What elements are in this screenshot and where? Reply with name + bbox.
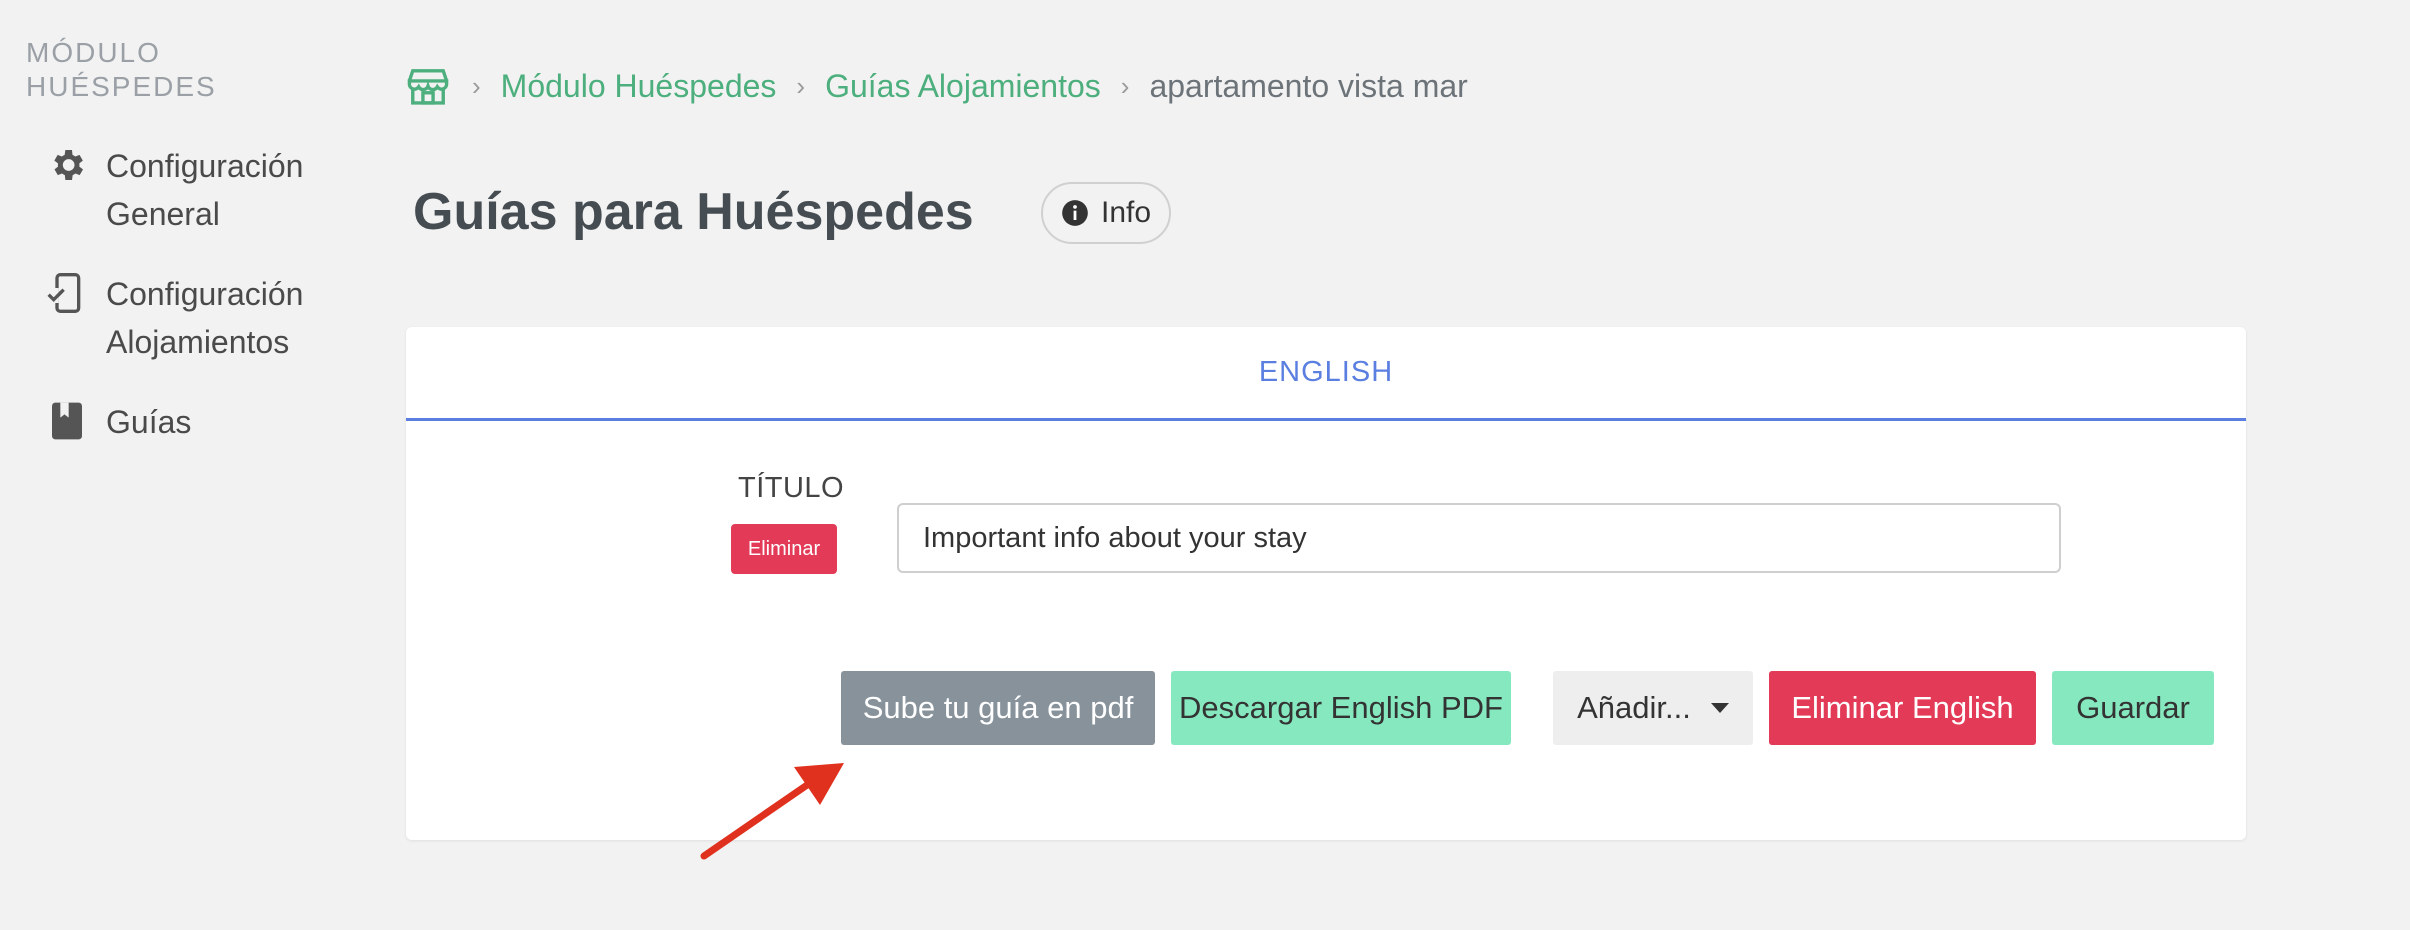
breadcrumb-link-modulo-huespedes[interactable]: Módulo Huéspedes xyxy=(501,62,777,110)
breadcrumb-current: apartamento vista mar xyxy=(1149,68,1468,104)
chevron-right-icon: › xyxy=(1120,71,1130,101)
info-button[interactable]: Info xyxy=(1041,182,1172,244)
guide-card: ENGLISH xyxy=(406,327,2246,840)
info-label: Info xyxy=(1101,196,1152,229)
delete-language-button[interactable]: Eliminar English xyxy=(1769,671,2036,745)
upload-pdf-button[interactable]: Sube tu guía en pdf xyxy=(841,671,1155,745)
sidebar-item-label: Configuración General xyxy=(106,148,304,232)
download-pdf-button[interactable]: Descargar English PDF xyxy=(1171,671,1511,745)
chevron-right-icon: › xyxy=(796,71,806,101)
gear-icon xyxy=(46,144,88,186)
sidebar-item-configuracion-general[interactable]: Configuración General xyxy=(46,142,336,238)
sidebar-item-label: Configuración Alojamientos xyxy=(106,276,304,360)
title-field-label: TÍTULO xyxy=(738,472,845,504)
book-icon xyxy=(46,400,88,442)
page-title: Guías para Huéspedes xyxy=(413,183,974,241)
device-check-icon xyxy=(46,272,88,314)
delete-title-button[interactable]: Eliminar xyxy=(731,524,837,574)
title-input[interactable] xyxy=(897,503,2061,573)
sidebar-item-configuracion-alojamientos[interactable]: Configuración Alojamientos xyxy=(46,270,336,366)
save-button[interactable]: Guardar xyxy=(2052,671,2214,745)
sidebar-item-guias[interactable]: Guías xyxy=(46,398,336,446)
add-dropdown-button[interactable]: Añadir... xyxy=(1553,671,1753,745)
annotation-arrow-icon xyxy=(700,763,844,860)
breadcrumb-link-guias-alojamientos[interactable]: Guías Alojamientos xyxy=(825,62,1101,110)
breadcrumb: › Módulo Huéspedes › Guías Alojamientos … xyxy=(406,62,1468,110)
info-icon xyxy=(1061,199,1089,227)
chevron-right-icon: › xyxy=(472,71,481,101)
sidebar-item-label: Guías xyxy=(106,404,192,440)
caret-down-icon xyxy=(1710,703,1729,713)
sidebar-heading: MÓDULO HUÉSPEDES xyxy=(26,37,217,102)
store-icon[interactable] xyxy=(406,67,450,105)
add-dropdown-label: Añadir... xyxy=(1577,690,1691,725)
tab-english[interactable]: ENGLISH xyxy=(406,327,2246,421)
